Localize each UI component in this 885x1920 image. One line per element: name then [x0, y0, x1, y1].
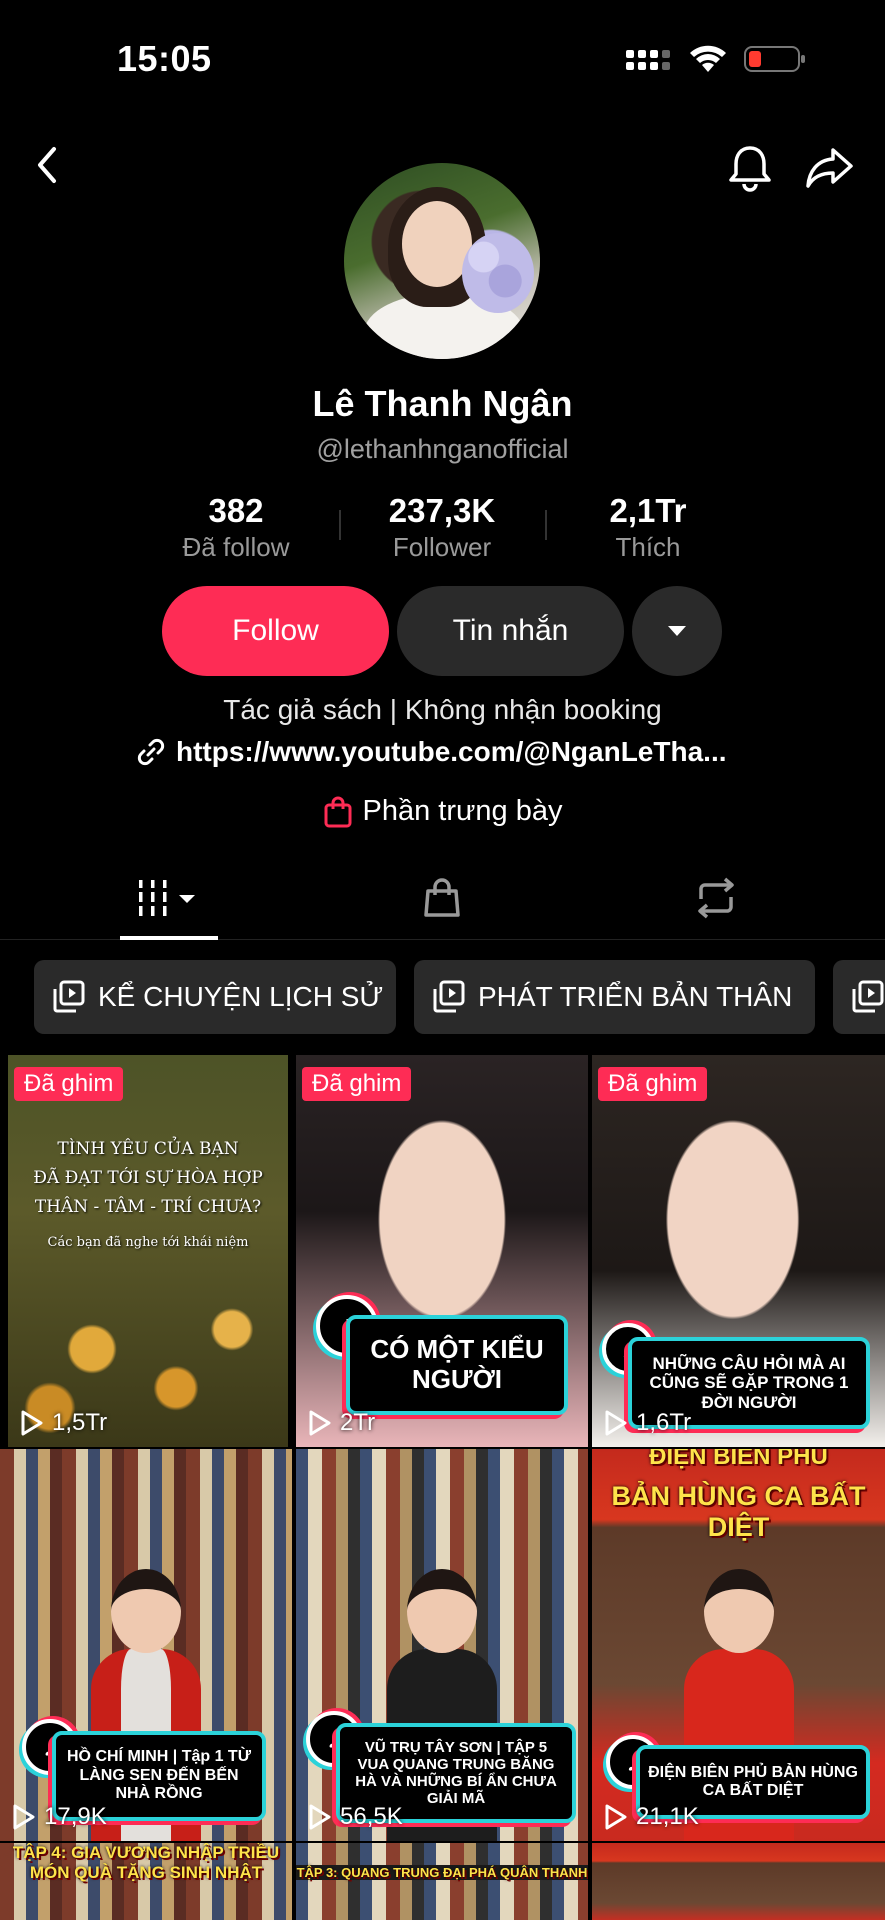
stat-followers-label: Follower	[392, 532, 492, 562]
playlist-icon	[433, 980, 465, 1013]
overlay-subline: Các bạn đã nghe tới khái niệm	[47, 1234, 249, 1250]
back-button[interactable]	[22, 140, 72, 190]
stat-likes-label: Thích	[615, 532, 681, 562]
avatar-hydrangea	[462, 233, 534, 313]
view-count: 1,6Tr	[604, 1409, 691, 1437]
view-count-text: 21,1K	[636, 1803, 699, 1830]
playlist-row: KỂ CHUYỆN LỊCH SỬ PHÁT TRIỂN BẢN THÂN	[0, 960, 885, 1034]
follow-button[interactable]: Follow	[162, 586, 389, 676]
stat-following-label: Đã follow	[182, 532, 290, 562]
status-bar: 15:05	[0, 0, 885, 120]
share-button[interactable]	[800, 140, 860, 196]
video-thumbnail[interactable]: ♪ NHỮNG CÂU HỎI MÀ AI CŨNG SẼ GẶP TRONG …	[592, 1055, 885, 1447]
showcase-label: Phần trưng bày	[362, 795, 563, 827]
video-thumbnail[interactable]: TẬP 3: QUANG TRUNG ĐẠI PHÁ QUÂN THANH	[296, 1843, 588, 1920]
video-thumbnail[interactable]: ĐIỆN BIÊN PHỦ BẢN HÙNG CA BẤT DIỆT ♪ ĐIỆ…	[592, 1449, 885, 1841]
caret-down-icon	[668, 626, 686, 636]
video-caption: CÓ MỘT KIỂU NGƯỜI	[346, 1315, 568, 1415]
stat-likes-value: 2,1Tr	[609, 492, 687, 529]
message-button[interactable]: Tin nhắn	[397, 586, 624, 676]
stat-likes[interactable]: 2,1Tr Thích	[548, 492, 748, 563]
link-icon	[137, 738, 165, 766]
play-icon	[309, 1410, 331, 1436]
profile-name: Lê Thanh Ngân	[312, 383, 573, 424]
pinned-badge: Đã ghim	[302, 1067, 412, 1101]
stat-following-value: 382	[208, 492, 264, 529]
tab-active-indicator	[120, 936, 218, 940]
video-headline: BẢN HÙNG CA BẤT DIỆT	[611, 1481, 866, 1542]
battery-low-icon	[744, 46, 805, 72]
stat-following[interactable]: 382 Đã follow	[136, 492, 336, 563]
showcase-link[interactable]: Phần trưng bày	[0, 795, 885, 828]
view-count: 21,1K	[604, 1803, 699, 1831]
video-thumbnail[interactable]: TẬP 4: GIA VƯƠNG NHẬP TRIỀU MÓN QUÀ TẶNG…	[0, 1843, 292, 1920]
profile-link-text: https://www.youtube.com/@NganLeTha...	[176, 736, 727, 767]
view-count-text: 1,5Tr	[52, 1409, 108, 1436]
view-count-text: 2Tr	[340, 1409, 376, 1436]
suggested-accounts-button[interactable]	[632, 586, 722, 676]
profile-link[interactable]: https://www.youtube.com/@NganLeTha...	[136, 734, 727, 770]
playlist-chip[interactable]: KỂ CHUYỆN LỊCH SỬ	[34, 960, 396, 1034]
play-icon	[605, 1804, 627, 1830]
stat-divider	[545, 510, 547, 540]
notification-bell-button[interactable]	[722, 140, 778, 196]
profile-avatar[interactable]	[344, 163, 540, 359]
view-count: 17,9K	[12, 1803, 107, 1831]
tab-videos[interactable]	[120, 870, 218, 926]
overlay-line: ĐÃ ĐẠT TỚI SỰ HÒA HỢP	[33, 1167, 263, 1188]
overlay-line: THÂN - TÂM - TRÍ CHƯA?	[34, 1196, 262, 1217]
bell-icon	[729, 146, 771, 192]
pinned-badge: Đã ghim	[14, 1067, 124, 1101]
stat-followers[interactable]: 237,3K Follower	[342, 492, 542, 563]
playlist-label: KỂ CHUYỆN LỊCH SỬ	[98, 981, 384, 1012]
chevron-left-icon	[38, 147, 56, 183]
playlist-label: PHÁT TRIỂN BẢN THÂN	[478, 981, 793, 1012]
playlist-icon	[53, 980, 85, 1013]
video-thumbnail[interactable]: ♪ CÓ MỘT KIỂU NGƯỜI Đã ghim 2Tr	[296, 1055, 588, 1447]
view-count-text: 17,9K	[44, 1803, 107, 1830]
video-overlay-text: TÌNH YÊU CỦA BẠN ĐÃ ĐẠT TỚI SỰ HÒA HỢP T…	[8, 1135, 288, 1254]
cellular-signal-icon	[626, 50, 670, 70]
repost-icon	[698, 877, 734, 919]
tab-shop[interactable]	[400, 870, 484, 926]
profile-handle: @lethanhnganofficial	[316, 434, 569, 464]
wifi-icon	[690, 45, 726, 72]
profile-tabs	[0, 860, 885, 940]
playlist-chip[interactable]	[833, 960, 885, 1034]
overlay-line: TÌNH YÊU CỦA BẠN	[57, 1139, 239, 1159]
video-thumbnail[interactable]: TÌNH YÊU CỦA BẠN ĐÃ ĐẠT TỚI SỰ HÒA HỢP T…	[8, 1055, 288, 1447]
tab-reposts[interactable]	[678, 870, 754, 926]
profile-bio: Tác giả sách | Không nhận booking	[223, 694, 662, 725]
profile-stats: 382 Đã follow 237,3K Follower 2,1Tr Thíc…	[0, 492, 885, 564]
play-icon	[309, 1804, 331, 1830]
stat-followers-value: 237,3K	[388, 492, 496, 529]
playlist-chip[interactable]: PHÁT TRIỂN BẢN THÂN	[414, 960, 815, 1034]
video-headline-top: ĐIỆN BIÊN PHỦ	[649, 1449, 828, 1470]
play-icon	[605, 1410, 627, 1436]
video-thumbnail[interactable]: ♪ VŨ TRỤ TÂY SƠN | TẬP 5 VUA QUANG TRUNG…	[296, 1449, 588, 1841]
status-time: 15:05	[117, 38, 212, 79]
view-count: 56,5K	[308, 1803, 403, 1831]
shopping-bag-icon	[324, 796, 351, 827]
video-thumbnail[interactable]: ♪ HỒ CHÍ MINH | Tập 1 TỪ LÀNG SEN ĐẾN BẾ…	[0, 1449, 292, 1841]
shop-bag-icon	[424, 878, 460, 917]
video-headline: TẬP 3: QUANG TRUNG ĐẠI PHÁ QUÂN THANH	[296, 1865, 588, 1880]
playlist-icon	[852, 980, 884, 1013]
grid-videos-icon	[139, 880, 195, 916]
share-arrow-icon	[806, 148, 853, 188]
stat-divider	[339, 510, 341, 540]
view-count: 2Tr	[308, 1409, 375, 1437]
pinned-badge: Đã ghim	[598, 1067, 708, 1101]
video-thumbnail[interactable]	[592, 1843, 885, 1920]
play-icon	[13, 1804, 35, 1830]
view-count-text: 1,6Tr	[636, 1409, 692, 1436]
view-count-text: 56,5K	[340, 1803, 403, 1830]
video-headline: TẬP 4: GIA VƯƠNG NHẬP TRIỀU MÓN QUÀ TẶNG…	[12, 1843, 280, 1883]
video-grid: TÌNH YÊU CỦA BẠN ĐÃ ĐẠT TỚI SỰ HÒA HỢP T…	[0, 1055, 885, 1920]
view-count: 1,5Tr	[20, 1409, 107, 1437]
play-icon	[21, 1410, 43, 1436]
